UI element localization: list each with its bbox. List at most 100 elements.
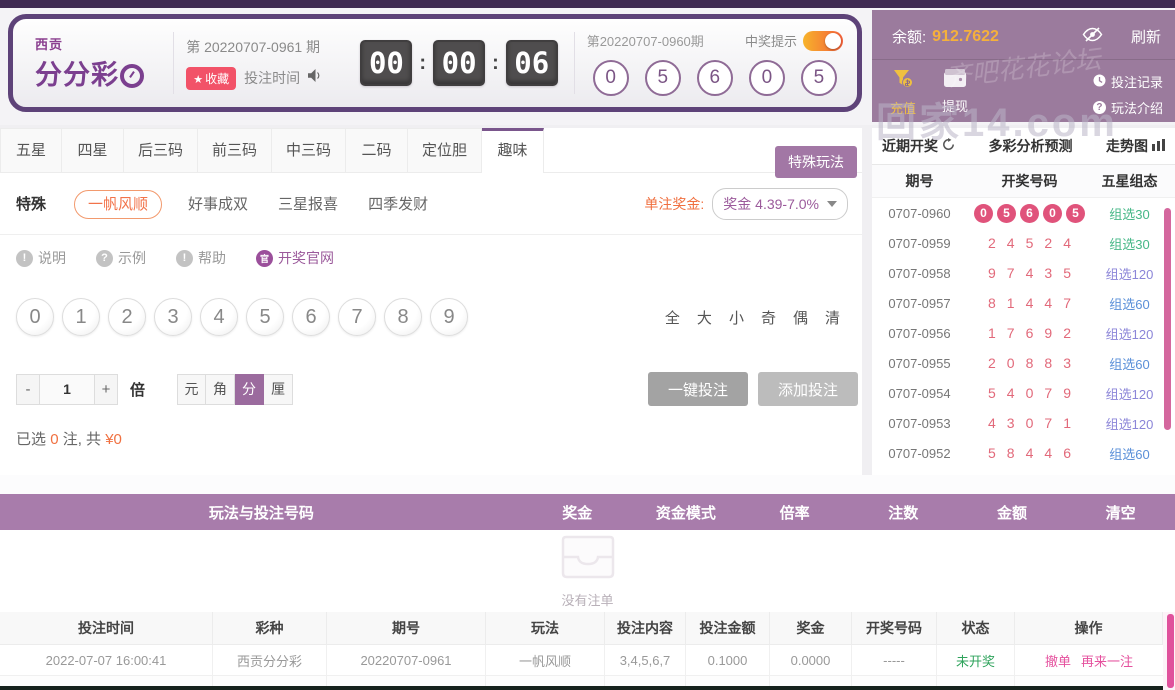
lottery-banner: 西贡 分分彩 第 20220707-0961 期 ★ 收藏 投注时间 00 : 0… xyxy=(8,14,862,112)
favorite-button[interactable]: ★ 收藏 xyxy=(186,66,237,90)
tab-recent-draws[interactable]: 近期开奖 xyxy=(882,136,955,156)
speaker-icon[interactable] xyxy=(308,69,323,87)
recharge-button[interactable]: 充值 xyxy=(890,68,916,117)
order-cell-time: 2022-07-07 16:00:41 xyxy=(0,645,213,675)
unit-option[interactable]: 分 xyxy=(235,373,265,405)
bet-again-link[interactable]: 再来一注 xyxy=(1081,651,1133,670)
quick-bet-button[interactable]: 一键投注 xyxy=(648,372,748,406)
result-numbers: 17692 xyxy=(967,325,1092,341)
result-digit: 4 xyxy=(1063,235,1071,251)
plus-button[interactable]: + xyxy=(94,373,118,405)
add-bet-button[interactable]: 添加投注 xyxy=(758,372,858,406)
quick-filter[interactable]: 全 xyxy=(665,307,680,328)
cart-empty-state: 没有注单 xyxy=(0,530,1175,612)
result-row: 0707-0960 0 5 6 0 5 组选30 xyxy=(872,198,1175,228)
number-ball-0[interactable]: 0 xyxy=(16,298,54,336)
unit-option[interactable]: 元 xyxy=(177,373,207,405)
order-cell-amount: 0.1000 xyxy=(686,645,770,675)
official-site-link[interactable]: 官开奖官网 xyxy=(256,248,334,268)
result-digit: 1 xyxy=(1006,295,1015,311)
cart-col-header: 奖金 xyxy=(562,504,593,522)
col-header-issue: 期号 xyxy=(905,173,934,189)
subnav-item[interactable]: 好事成双 xyxy=(188,196,248,213)
number-ball-4[interactable]: 4 xyxy=(200,298,238,336)
result-numbers: 58446 xyxy=(967,445,1092,461)
quick-filter[interactable]: 小 xyxy=(729,307,744,328)
unit-option[interactable]: 厘 xyxy=(264,373,294,405)
number-ball-3[interactable]: 3 xyxy=(154,298,192,336)
group-type-link[interactable]: 组选120 xyxy=(1092,324,1167,343)
number-ball-1[interactable]: 1 xyxy=(62,298,100,336)
win-tip-toggle[interactable] xyxy=(803,30,843,51)
subnav-item[interactable]: 三星报喜 xyxy=(278,196,338,213)
quick-filter[interactable]: 清 xyxy=(825,307,840,328)
number-ball-8[interactable]: 8 xyxy=(384,298,422,336)
result-digit: 8 xyxy=(1006,445,1015,461)
result-numbers: 05605 xyxy=(967,203,1092,223)
group-type-link[interactable]: 组选60 xyxy=(1092,354,1167,373)
result-row: 0707-0955 2 0 8 8 3 组选60 xyxy=(872,348,1175,378)
orders-table: 投注时间 彩种 期号 玩法 投注内容 投注金额 奖金 开奖号码 状态 操作 2022-07-07 … xyxy=(0,612,1163,686)
quick-filter[interactable]: 大 xyxy=(697,307,712,328)
eye-off-icon[interactable] xyxy=(1082,26,1103,47)
help-link[interactable]: ? 示例 xyxy=(96,248,146,268)
orders-col-header: 玩法 xyxy=(486,612,605,644)
group-type-link[interactable]: 组选120 xyxy=(1092,414,1167,433)
group-type-link[interactable]: 组选120 xyxy=(1092,384,1167,403)
prize-select[interactable]: 奖金 4.39-7.0% xyxy=(712,187,848,220)
multiplier-label: 倍 xyxy=(130,381,146,399)
sidebar-scrollbar[interactable] xyxy=(1164,208,1171,430)
subnav-item[interactable]: 一帆风顺 xyxy=(74,190,163,219)
refresh-balance-button[interactable]: 刷新 xyxy=(1131,26,1161,47)
main-tab-6[interactable]: 二码 xyxy=(346,128,408,173)
number-ball-2[interactable]: 2 xyxy=(108,298,146,336)
main-tab-2[interactable]: 四星 xyxy=(62,128,124,173)
minus-button[interactable]: - xyxy=(16,373,40,405)
withdraw-button[interactable]: 提现 xyxy=(942,68,968,117)
result-digit: 9 xyxy=(988,265,996,281)
group-type-link[interactable]: 组选30 xyxy=(1092,204,1167,223)
group-type-link[interactable]: 组选60 xyxy=(1092,444,1167,463)
main-tab-5[interactable]: 中三码 xyxy=(272,128,346,173)
number-ball-9[interactable]: 9 xyxy=(430,298,468,336)
subnav-item[interactable]: 四季发财 xyxy=(368,196,428,213)
cart-col-header[interactable]: 清空 xyxy=(1066,502,1175,523)
result-row: 0707-0953 4 3 0 7 1 组选120 xyxy=(872,408,1175,438)
result-row: 0707-0952 5 8 4 4 6 组选60 xyxy=(872,438,1175,468)
result-issue: 0707-0955 xyxy=(888,355,951,371)
help-link[interactable]: ! 说明 xyxy=(16,248,66,268)
main-tab-7[interactable]: 定位胆 xyxy=(408,128,482,173)
group-type-link[interactable]: 组选30 xyxy=(1092,234,1167,253)
group-type-link[interactable]: 组选60 xyxy=(1092,294,1167,313)
number-ball-6[interactable]: 6 xyxy=(292,298,330,336)
main-tab-3[interactable]: 后三码 xyxy=(124,128,198,173)
number-ball-5[interactable]: 5 xyxy=(246,298,284,336)
selected-summary: 已选 0 注, 共 ¥0 xyxy=(16,431,122,448)
unit-option[interactable]: 角 xyxy=(206,373,236,405)
main-tab-4[interactable]: 前三码 xyxy=(198,128,272,173)
orders-partial-cell xyxy=(486,676,605,686)
special-plays-button[interactable]: 特殊玩法 xyxy=(775,146,857,178)
help-label: 开奖官网 xyxy=(278,250,334,266)
orders-partial-cell xyxy=(327,676,486,686)
tab-trend-chart[interactable]: 走势图 xyxy=(1106,136,1165,156)
main-tab-1[interactable]: 五星 xyxy=(0,128,62,173)
result-digit: 4 xyxy=(1025,265,1034,281)
result-ball: 0 xyxy=(974,203,993,223)
cart-col-header: 玩法与投注号码 xyxy=(208,504,314,522)
tab-analysis[interactable]: 多彩分析预测 xyxy=(989,136,1073,156)
group-type-link[interactable]: 组选120 xyxy=(1092,264,1167,283)
multiplier-value[interactable]: 1 xyxy=(40,373,94,405)
main-tab-8[interactable]: 趣味 xyxy=(482,128,544,173)
number-ball-7[interactable]: 7 xyxy=(338,298,376,336)
help-link[interactable]: ! 帮助 xyxy=(176,248,226,268)
refresh-icon[interactable] xyxy=(942,138,955,154)
play-intro-link[interactable]: ? 玩法介绍 xyxy=(1092,98,1163,117)
order-cell-play: 一帆风顺 xyxy=(486,645,605,675)
quick-filter[interactable]: 奇 xyxy=(761,307,776,328)
orders-scrollbar[interactable] xyxy=(1167,614,1174,688)
cancel-bet-link[interactable]: 撤单 xyxy=(1045,651,1071,670)
bet-records-link[interactable]: 投注记录 xyxy=(1093,72,1163,91)
quick-filter[interactable]: 偶 xyxy=(793,307,808,328)
result-numbers: 97435 xyxy=(967,265,1092,281)
